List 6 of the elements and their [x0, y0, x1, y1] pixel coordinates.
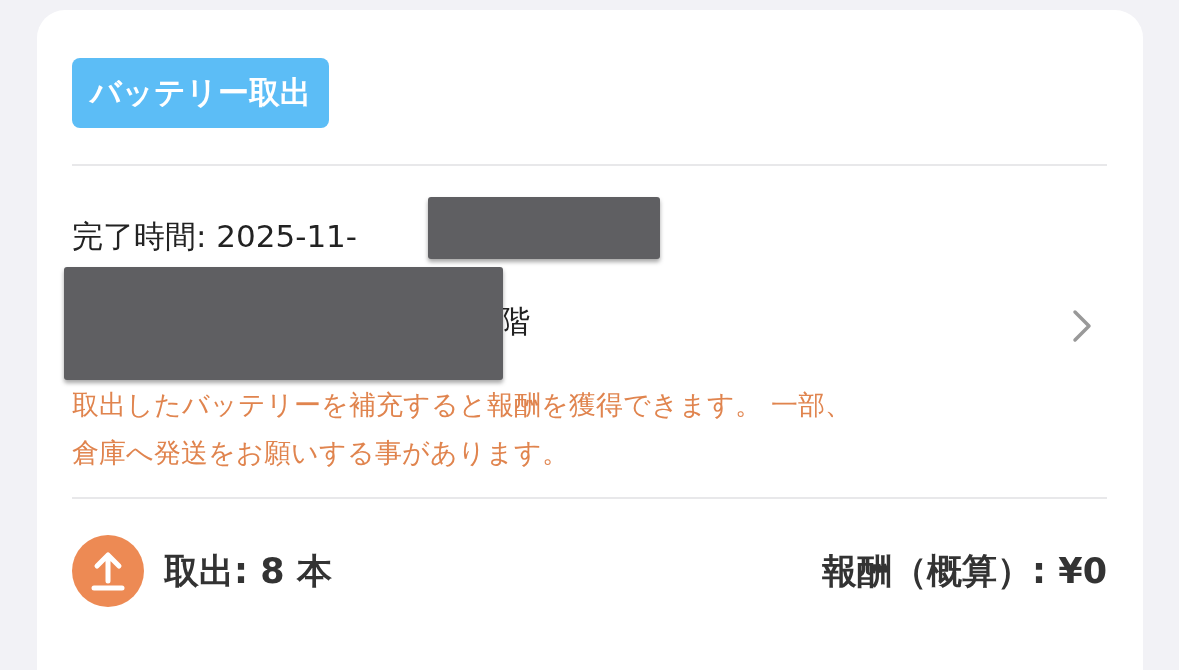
reward-amount: 報酬（概算）: ¥0 [822, 549, 1107, 593]
category-tag: バッテリー取出 [72, 58, 329, 128]
upload-icon [72, 535, 144, 607]
pickup-count: 取出: 8 本 [164, 549, 332, 593]
completion-time: 完了時間: 2025-11- [72, 217, 357, 256]
reward-note: 取出したバッテリーを補充すると報酬を獲得できます。 一部、 倉庫へ発送をお願いする事があります。 [72, 388, 853, 470]
